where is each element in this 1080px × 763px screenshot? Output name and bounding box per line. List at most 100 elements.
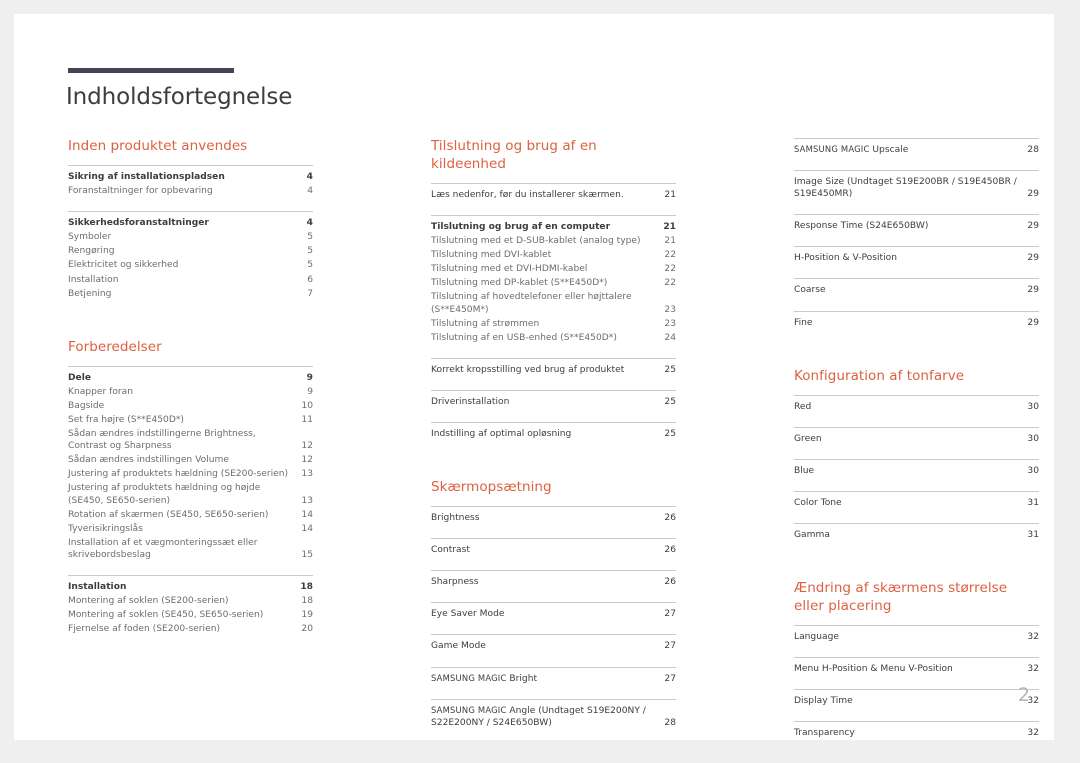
- toc-entry-bagside[interactable]: Bagside 10: [68, 399, 313, 413]
- toc-entry-saadan-aendres-indstillingerne-brightness-[interactable]: Sådan ændres indstillingerne Brightness,…: [68, 427, 313, 453]
- toc-entry-language[interactable]: Language 32: [794, 630, 1039, 644]
- toc-entry-elektricitet-og-sikkerhed[interactable]: Elektricitet og sikkerhed 5: [68, 258, 313, 272]
- toc-entry-installation[interactable]: Installation 6: [68, 273, 313, 287]
- toc-entry-page: 21: [663, 222, 676, 232]
- toc-entry-label: Sådan ændres indstillingerne Brightness,…: [68, 429, 256, 452]
- toc-entry-page: 12: [301, 455, 313, 466]
- toc-entry-label: Bagside: [68, 400, 105, 411]
- toc-entry-green[interactable]: Green 30: [794, 432, 1039, 446]
- toc-entry-page: 18: [301, 596, 313, 607]
- toc-entry-symboler[interactable]: Symboler 5: [68, 230, 313, 244]
- toc-entry-label: SAMSUNG MAGIC Angle (Undtaget S19E200NY …: [431, 704, 646, 728]
- toc-entry-page: 25: [664, 396, 676, 407]
- toc-entry-label: Color Tone: [794, 497, 842, 508]
- brand-mark: SAMSUNG MAGIC: [431, 704, 510, 715]
- toc-entry-color-tone[interactable]: Color Tone 31: [794, 496, 1039, 510]
- toc-entry-korrekt-kropsstilling-ved-brug-af-produkte[interactable]: Korrekt kropsstilling ved brug af produk…: [431, 363, 676, 377]
- toc-entry-samsung-magic-upscale[interactable]: SAMSUNG MAGIC Upscale 28: [794, 143, 1039, 157]
- toc-group: Installation 18 Montering af soklen (SE200…: [68, 574, 313, 640]
- toc-group: Læs nedenfor, før du installerer skærmen…: [431, 182, 676, 206]
- toc-entry-label: Tilslutning med et DVI-HDMI-kabel: [431, 264, 588, 275]
- toc-entry-page: 20: [301, 624, 313, 635]
- toc-entry-image-size-undtaget-s19e200br-s19e450br-s1[interactable]: Image Size (Undtaget S19E200BR / S19E450…: [794, 175, 1039, 201]
- toc-entry-coarse[interactable]: Coarse 29: [794, 283, 1039, 297]
- toc-group: Green 30: [794, 426, 1039, 450]
- toc-entry-sharpness[interactable]: Sharpness 26: [431, 575, 676, 589]
- toc-entry-page: 22: [664, 250, 676, 261]
- toc-entry-display-time[interactable]: Display Time 32: [794, 694, 1039, 708]
- toc-entry-betjening[interactable]: Betjening 7: [68, 287, 313, 301]
- toc-entry-game-mode[interactable]: Game Mode 27: [431, 639, 676, 653]
- toc-entry-tilslutning-med-dp-kablet-s-e450d[interactable]: Tilslutning med DP-kablet (S**E450D*) 22: [431, 276, 676, 290]
- toc-entry-label: Display Time: [794, 696, 853, 707]
- toc-entry-page: 31: [1027, 529, 1039, 540]
- toc-entry-label: Læs nedenfor, før du installerer skærmen…: [431, 189, 624, 200]
- toc-entry-label: Game Mode: [431, 641, 486, 652]
- toc-group: Image Size (Undtaget S19E200BR / S19E450…: [794, 170, 1039, 205]
- toc-entry-laes-nedenfor-foer-du-installerer-skaermen[interactable]: Læs nedenfor, før du installerer skærmen…: [431, 188, 676, 202]
- toc-entry-tilslutning-med-dvi-kablet[interactable]: Tilslutning med DVI-kablet 22: [431, 248, 676, 262]
- toc-entry-tilslutning-med-et-d-sub-kablet-analog-typ[interactable]: Tilslutning med et D-SUB-kablet (analog …: [431, 234, 676, 248]
- toc-entry-justering-af-produktets-haeldning-og-hoejd[interactable]: Justering af produktets hældning og højd…: [68, 481, 313, 507]
- toc-entry-tilslutning-med-et-dvi-hdmi-kabel[interactable]: Tilslutning med et DVI-HDMI-kabel 22: [431, 262, 676, 276]
- toc-entry-response-time-s24e650bw[interactable]: Response Time (S24E650BW) 29: [794, 219, 1039, 233]
- toc-entry-label: SAMSUNG MAGIC Upscale: [794, 144, 909, 155]
- toc-entry-tilslutning-og-brug-af-en-computer[interactable]: Tilslutning og brug af en computer 21: [431, 220, 676, 234]
- toc-entry-sikkerhedsforanstaltninger[interactable]: Sikkerhedsforanstaltninger 4: [68, 216, 313, 230]
- toc-entry-installation[interactable]: Installation 18: [68, 580, 313, 594]
- toc-entry-label: Tyverisikringslås: [68, 523, 143, 534]
- toc-entry-blue[interactable]: Blue 30: [794, 464, 1039, 478]
- toc-entry-rotation-af-skaermen-se450-se650-serien[interactable]: Rotation af skærmen (SE450, SE650-serien…: [68, 508, 313, 522]
- toc-entry-installation-af-et-vaegmonteringssaet-elle[interactable]: Installation af et vægmonteringssæt elle…: [68, 536, 313, 562]
- toc-group: Indstilling af optimal opløsning 25: [431, 422, 676, 445]
- toc-entry-montering-af-soklen-se200-serien[interactable]: Montering af soklen (SE200-serien) 18: [68, 594, 313, 608]
- toc-entry-page: 14: [301, 509, 313, 520]
- toc-entry-label: Language: [794, 631, 839, 642]
- toc-entry-rengoering[interactable]: Rengøring 5: [68, 244, 313, 258]
- toc-entry-fjernelse-af-foden-se200-serien[interactable]: Fjernelse af foden (SE200-serien) 20: [68, 622, 313, 636]
- toc-entry-label: Eye Saver Mode: [431, 609, 505, 620]
- toc-entry-foranstaltninger-for-opbevaring[interactable]: Foranstaltninger for opbevaring 4: [68, 184, 313, 198]
- toc-entry-samsung-magic-bright[interactable]: SAMSUNG MAGIC Bright 27: [431, 672, 676, 686]
- toc-entry-fine[interactable]: Fine 29: [794, 316, 1039, 330]
- toc-group: Sharpness 26: [431, 570, 676, 593]
- toc-entry-red[interactable]: Red 30: [794, 400, 1039, 414]
- toc-entry-knapper-foran[interactable]: Knapper foran 9: [68, 385, 313, 399]
- toc-entry-tyverisikringslaas[interactable]: Tyverisikringslås 14: [68, 522, 313, 536]
- toc-entry-page: 9: [307, 386, 313, 397]
- toc-entry-tilslutning-af-en-usb-enhed-s-e450d[interactable]: Tilslutning af en USB-enhed (S**E450D*) 2…: [431, 331, 676, 345]
- toc-entry-driverinstallation[interactable]: Driverinstallation 25: [431, 395, 676, 409]
- toc-entry-transparency[interactable]: Transparency 32: [794, 726, 1039, 740]
- toc-group: H-Position & V-Position 29: [794, 246, 1039, 269]
- toc-entry-gamma[interactable]: Gamma 31: [794, 528, 1039, 542]
- toc-entry-set-fra-hoejre-s-e450d[interactable]: Set fra højre (S**E450D*) 11: [68, 413, 313, 427]
- toc-entry-dele[interactable]: Dele 9: [68, 371, 313, 385]
- section-heading: Skærmopsætning: [431, 479, 552, 496]
- toc-entry-tilslutning-af-stroemmen[interactable]: Tilslutning af strømmen 23: [431, 317, 676, 331]
- toc-entry-saadan-aendres-indstillingen-volume[interactable]: Sådan ændres indstillingen Volume 12: [68, 453, 313, 467]
- toc-entry-tilslutning-af-hovedtelefoner-eller-hoejtt[interactable]: Tilslutning af hovedtelefoner eller højt…: [431, 290, 676, 316]
- toc-entry-sikring-af-installationspladsen[interactable]: Sikring af installationspladsen 4: [68, 170, 313, 184]
- toc-entry-page: 21: [664, 189, 676, 200]
- toc-entry-h-position-v-position[interactable]: H-Position & V-Position 29: [794, 251, 1039, 265]
- toc-entry-eye-saver-mode[interactable]: Eye Saver Mode 27: [431, 607, 676, 621]
- toc-entry-justering-af-produktets-haeldning-se200-se[interactable]: Justering af produktets hældning (SE200-…: [68, 467, 313, 481]
- toc-entry-label: Coarse: [794, 285, 826, 296]
- toc-entry-montering-af-soklen-se450-se650-serien[interactable]: Montering af soklen (SE450, SE650-serien…: [68, 608, 313, 622]
- toc-entry-page: 23: [664, 318, 676, 329]
- toc-entry-page: 10: [301, 400, 313, 411]
- toc-entry-menu-h-position-menu-v-position[interactable]: Menu H-Position & Menu V-Position 32: [794, 662, 1039, 676]
- toc-entry-brightness[interactable]: Brightness 26: [431, 511, 676, 525]
- toc-entry-contrast[interactable]: Contrast 26: [431, 543, 676, 557]
- toc-entry-indstilling-af-optimal-oploesning[interactable]: Indstilling af optimal opløsning 25: [431, 427, 676, 441]
- toc-entry-page: 13: [301, 495, 313, 506]
- toc-entry-page: 29: [1027, 221, 1039, 232]
- toc-entry-samsung-magic-angle-undtaget-s19e200ny-s22[interactable]: SAMSUNG MAGIC Angle (Undtaget S19E200NY …: [431, 704, 676, 730]
